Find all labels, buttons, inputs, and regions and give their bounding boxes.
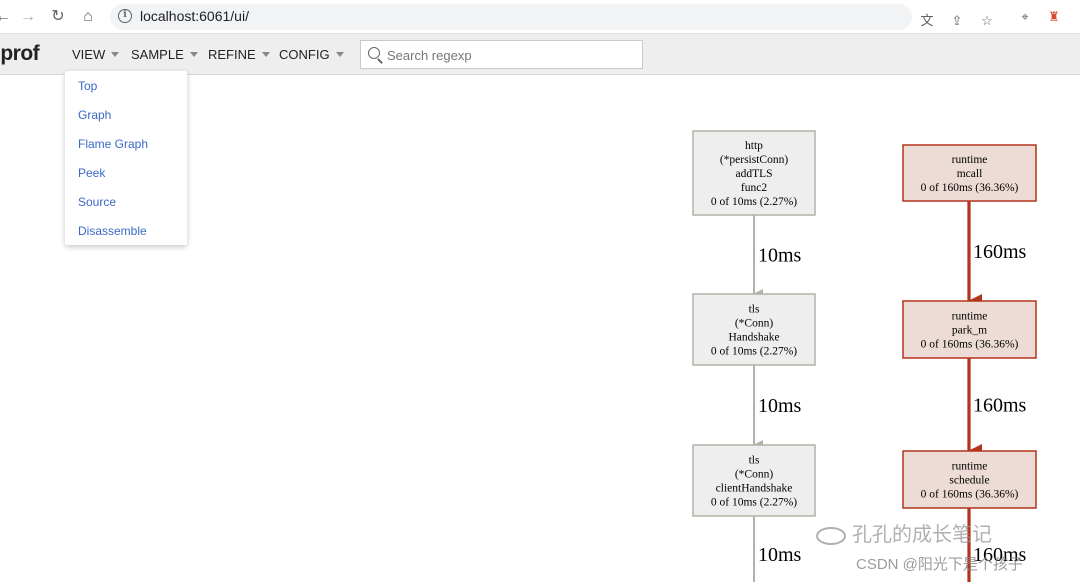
node-label-line: schedule <box>949 475 989 487</box>
right-node-1[interactable]: runtime park_m 0 of 160ms (36.36%) <box>902 300 1037 359</box>
menu-label: REFINE <box>208 47 256 62</box>
node-label-line: tls <box>749 304 760 316</box>
node-label-line: http <box>745 140 763 152</box>
node-label-line: 0 of 10ms (2.27%) <box>711 497 797 509</box>
extension-icon[interactable]: ⌖ <box>1016 8 1034 26</box>
view-item-peek[interactable]: Peek <box>78 166 105 180</box>
menu-refine[interactable]: REFINE <box>208 47 270 62</box>
caret-down-icon <box>335 52 344 58</box>
search-input[interactable] <box>387 45 637 65</box>
caret-down-icon <box>111 52 120 58</box>
view-item-flame-graph[interactable]: Flame Graph <box>78 137 148 151</box>
url-text: localhost:6061/ui/ <box>140 8 249 24</box>
node-label-line: 0 of 160ms (36.36%) <box>921 489 1019 501</box>
node-label-line: runtime <box>952 311 988 323</box>
browser-chrome: ← → ↻ ⌂ i localhost:6061/ui/ 文 ⇪ ☆ ⌖ ♜ <box>0 0 1080 34</box>
menu-config[interactable]: CONFIG <box>279 47 344 62</box>
left-edge-label-0: 10ms <box>758 245 802 267</box>
node-label-line: 0 of 10ms (2.27%) <box>711 196 797 208</box>
back-icon[interactable]: ← <box>0 6 14 28</box>
home-icon[interactable]: ⌂ <box>77 6 99 28</box>
node-label-line: runtime <box>952 461 988 473</box>
left-node-2[interactable]: tls (*Conn) clientHandshake 0 of 10ms (2.27… <box>692 444 816 517</box>
menu-label: SAMPLE <box>131 47 184 62</box>
view-item-top[interactable]: Top <box>78 79 97 93</box>
node-label-line: 0 of 160ms (36.36%) <box>921 339 1019 351</box>
watermark-author: CSDN @阳光下是个孩子 <box>856 556 1023 573</box>
right-edge-label-0: 160ms <box>973 241 1027 263</box>
node-label-line: (*Conn) <box>735 469 774 481</box>
node-label-line: runtime <box>952 154 988 166</box>
search-box[interactable] <box>360 40 643 69</box>
search-icon <box>368 47 380 59</box>
node-label-line: mcall <box>957 168 983 180</box>
star-icon[interactable]: ☆ <box>978 12 996 30</box>
node-label-line: func2 <box>741 182 767 194</box>
info-icon[interactable]: i <box>118 9 132 23</box>
share-icon[interactable]: ⇪ <box>948 12 966 30</box>
address-bar[interactable]: i localhost:6061/ui/ 文 ⇪ ☆ <box>110 4 993 30</box>
reload-icon[interactable]: ↻ <box>47 6 69 28</box>
node-label-line: park_m <box>952 325 987 337</box>
pprof-logo: pprof <box>0 42 40 65</box>
watermark-title: 孔孔的成长笔记 <box>816 518 992 547</box>
caret-down-icon <box>189 52 198 58</box>
menu-sample[interactable]: SAMPLE <box>131 47 198 62</box>
left-edge-label-1: 10ms <box>758 395 802 417</box>
node-label-line: addTLS <box>735 168 772 180</box>
translate-icon[interactable]: 文 <box>918 12 936 30</box>
node-label-line: clientHandshake <box>716 483 793 495</box>
view-item-graph[interactable]: Graph <box>78 108 111 122</box>
left-node-0[interactable]: http (*persistConn) addTLS func2 0 of 10ms (… <box>692 130 816 216</box>
menu-label: VIEW <box>72 47 106 62</box>
view-item-source[interactable]: Source <box>78 195 116 209</box>
node-label-line: (*Conn) <box>735 318 774 330</box>
node-label-line: 0 of 10ms (2.27%) <box>711 346 797 358</box>
node-label-line: tls <box>749 455 760 467</box>
pprof-toolbar: pprof VIEW SAMPLE REFINE CONFIG <box>0 34 1080 75</box>
menu-view[interactable]: VIEW <box>72 47 120 62</box>
node-label-line: (*persistConn) <box>720 154 789 166</box>
right-node-2[interactable]: runtime schedule 0 of 160ms (36.36%) <box>902 450 1037 509</box>
left-node-1[interactable]: tls (*Conn) Handshake 0 of 10ms (2.27%) <box>692 293 816 366</box>
view-dropdown: Top Graph Flame Graph Peek Source Disass… <box>65 71 187 245</box>
left-edge-label-2: 10ms <box>758 544 802 566</box>
right-edge-label-1: 160ms <box>973 395 1027 417</box>
menu-label: CONFIG <box>279 47 330 62</box>
node-label-line: 0 of 160ms (36.36%) <box>921 182 1019 194</box>
caret-down-icon <box>261 52 270 58</box>
right-node-0[interactable]: runtime mcall 0 of 160ms (36.36%) <box>902 144 1037 202</box>
forward-icon[interactable]: → <box>17 6 39 28</box>
view-item-disassemble[interactable]: Disassemble <box>78 224 147 238</box>
profile-icon[interactable]: ♜ <box>1045 8 1063 26</box>
wechat-icon <box>816 526 846 545</box>
node-label-line: Handshake <box>728 332 779 344</box>
